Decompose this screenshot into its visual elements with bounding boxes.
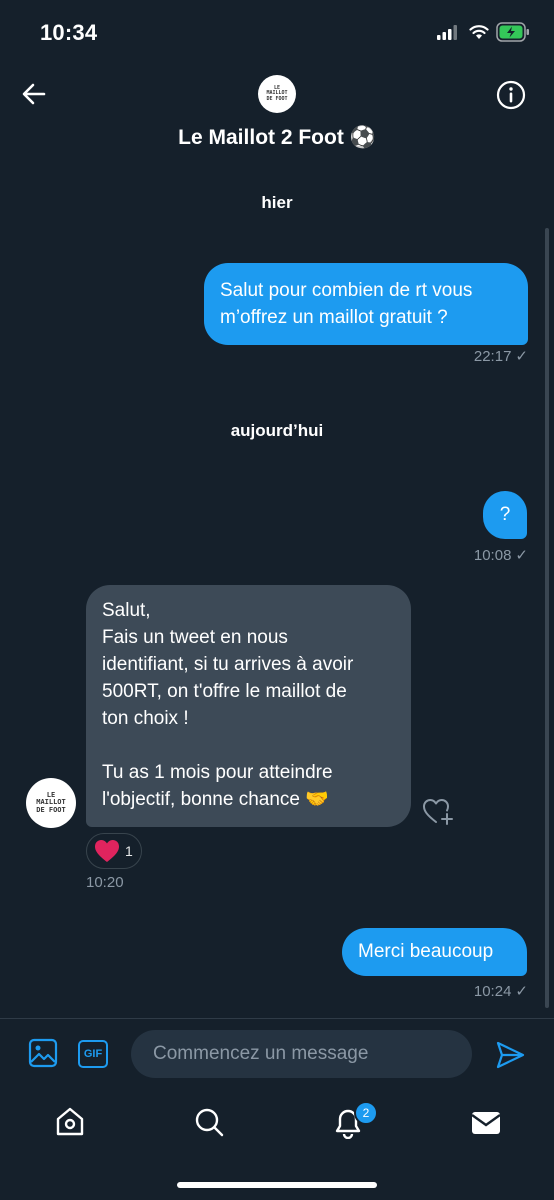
date-separator: hier <box>261 193 293 212</box>
sent-check-icon: ✓ <box>515 983 528 1000</box>
notification-badge: 2 <box>354 1101 378 1125</box>
message-line: 500RT, on t'offre le maillot de <box>102 681 347 702</box>
outgoing-message[interactable]: Merci beaucoup <box>342 928 527 976</box>
image-icon[interactable] <box>28 1038 58 1068</box>
message-time: 10:20 <box>86 874 124 891</box>
scrollbar[interactable] <box>545 228 549 1008</box>
mail-icon[interactable] <box>469 1105 503 1139</box>
heart-icon <box>95 840 119 862</box>
message-line: Fais un tweet en nous <box>102 627 288 648</box>
outgoing-message[interactable]: Salut pour combien de rt vous m’offrez u… <box>204 263 528 345</box>
date-separator: aujourd’hui <box>230 421 324 440</box>
battery-charging-icon <box>496 22 529 42</box>
send-icon[interactable] <box>494 1039 526 1071</box>
gif-icon[interactable]: GIF <box>78 1040 108 1068</box>
message-line: Salut, <box>102 600 151 621</box>
status-time: 10:34 <box>40 20 98 45</box>
back-arrow-icon[interactable] <box>20 80 48 108</box>
message-time: 10:08 <box>473 547 512 564</box>
message-time: 22:17 <box>473 348 512 365</box>
cellular-signal-icon <box>437 25 457 40</box>
message-line: l'objectif, bonne chance 🤝 <box>102 789 329 810</box>
logo-text-line: DE FOOT <box>36 805 66 814</box>
message-line: Tu as 1 mois pour atteindre <box>102 762 333 783</box>
incoming-message[interactable]: Salut, Fais un tweet en nous identifiant… <box>86 585 411 827</box>
info-icon[interactable] <box>496 80 526 110</box>
search-icon[interactable] <box>192 1105 226 1139</box>
logo-text-line: DE FOOT <box>266 95 288 102</box>
sent-check-icon: ✓ <box>515 348 528 365</box>
conversation-avatar[interactable]: LE MAILLOT DE FOOT <box>258 75 296 113</box>
wifi-icon <box>469 25 489 39</box>
outgoing-message[interactable]: ? <box>483 491 527 539</box>
message-time: 10:24 <box>473 983 512 1000</box>
home-icon[interactable] <box>53 1105 87 1139</box>
message-timestamp: 22:17 ✓ <box>474 347 528 365</box>
home-indicator <box>177 1182 377 1188</box>
reaction-pill[interactable]: 1 <box>86 833 142 869</box>
message-timestamp: 10:08 ✓ <box>474 546 528 564</box>
message-line: identifiant, si tu arrives à avoir <box>102 654 354 675</box>
conversation-title[interactable]: Le Maillot 2 Foot ⚽️ <box>0 126 554 150</box>
message-timestamp: 10:24 ✓ <box>474 982 528 1000</box>
add-reaction-icon[interactable] <box>421 796 455 826</box>
message-line-blank <box>102 732 395 759</box>
message-input[interactable] <box>131 1030 472 1078</box>
divider <box>0 1018 554 1019</box>
sender-avatar[interactable]: LE MAILLOT DE FOOT <box>26 778 76 828</box>
reaction-count: 1 <box>125 843 133 859</box>
sent-check-icon: ✓ <box>515 547 528 564</box>
message-line: ton choix ! <box>102 708 189 729</box>
